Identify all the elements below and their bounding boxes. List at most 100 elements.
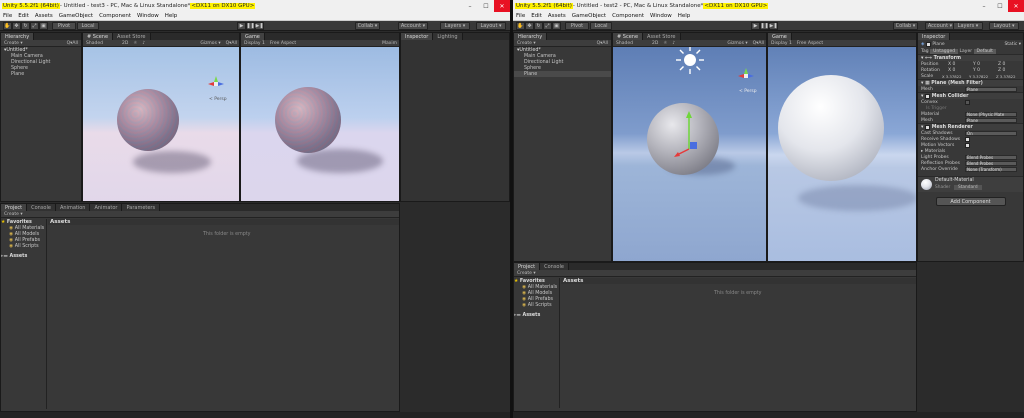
- collab-button[interactable]: Collab ▾: [355, 22, 380, 30]
- scene-viewport[interactable]: < Persp: [613, 47, 766, 261]
- tab-lighting[interactable]: Lighting: [433, 33, 463, 40]
- menu-assets[interactable]: Assets: [548, 13, 566, 19]
- position-y[interactable]: Y 0: [973, 62, 980, 67]
- tab-animation[interactable]: Animation: [55, 204, 91, 211]
- rect-tool-icon[interactable]: ▣: [552, 22, 561, 30]
- scene-search[interactable]: Q▾All: [226, 41, 237, 46]
- menu-component[interactable]: Component: [99, 13, 131, 19]
- audio-icon[interactable]: ♪: [672, 41, 675, 46]
- tab-asset-store[interactable]: Asset Store: [113, 33, 151, 40]
- move-tool-icon[interactable]: ✥: [525, 22, 534, 30]
- tab-project[interactable]: Project: [1, 204, 28, 211]
- mesh-collider-checkbox[interactable]: [925, 93, 931, 99]
- lighting-icon[interactable]: ☼: [133, 41, 137, 46]
- assets-folder[interactable]: ▸▬ Assets: [1, 253, 46, 259]
- cast-shadows-dropdown[interactable]: On: [965, 130, 1017, 136]
- physic-material-field[interactable]: None (Physic Mate: [965, 111, 1017, 117]
- tab-hierarchy[interactable]: Hierarchy: [514, 33, 548, 40]
- scene-gizmo-icon[interactable]: [207, 75, 225, 93]
- mesh-collider-component[interactable]: ▾ Mesh Collider: [918, 92, 1023, 99]
- add-component-button[interactable]: Add Component: [935, 197, 1006, 206]
- menu-edit[interactable]: Edit: [18, 13, 29, 19]
- shading-mode-dropdown[interactable]: Shaded: [86, 41, 103, 46]
- pause-icon[interactable]: ❚❚: [760, 22, 769, 30]
- object-name[interactable]: Plane: [932, 42, 944, 47]
- layout-dropdown[interactable]: Layout ▾: [989, 22, 1019, 30]
- menu-window[interactable]: Window: [650, 13, 672, 19]
- collab-button[interactable]: Collab ▾: [893, 22, 918, 30]
- rect-tool-icon[interactable]: ▣: [39, 22, 48, 30]
- mode-2d-toggle[interactable]: 2D: [652, 41, 658, 46]
- tab-inspector[interactable]: Inspector: [918, 33, 951, 40]
- fav-all-scripts[interactable]: ◉ All Scripts: [514, 302, 559, 308]
- lighting-icon[interactable]: ☼: [663, 41, 667, 46]
- minimize-icon[interactable]: –: [976, 0, 992, 12]
- scale-y[interactable]: Y 3.37822: [969, 74, 988, 79]
- pivot-toggle[interactable]: Pivot: [565, 22, 589, 30]
- minimize-icon[interactable]: –: [462, 0, 478, 12]
- tab-asset-store[interactable]: Asset Store: [643, 33, 681, 40]
- maximize-icon[interactable]: ☐: [992, 0, 1008, 12]
- create-dropdown[interactable]: Create ▾: [4, 41, 23, 46]
- hand-tool-icon[interactable]: ✋: [516, 22, 525, 30]
- pivot-toggle[interactable]: Pivot: [52, 22, 76, 30]
- scene-gizmo-icon[interactable]: [737, 67, 755, 85]
- maximize-on-play[interactable]: Maxim: [382, 41, 397, 46]
- tab-console[interactable]: Console: [27, 204, 56, 211]
- hierarchy-item-plane[interactable]: Plane: [1, 71, 81, 77]
- mode-2d-toggle[interactable]: 2D: [122, 41, 128, 46]
- create-dropdown[interactable]: Create ▾: [517, 41, 536, 46]
- position-z[interactable]: Z 0: [998, 62, 1005, 67]
- menu-component[interactable]: Component: [612, 13, 644, 19]
- menu-window[interactable]: Window: [137, 13, 159, 19]
- rotate-tool-icon[interactable]: ↻: [534, 22, 543, 30]
- rotation-z[interactable]: Z 0: [998, 68, 1005, 73]
- move-tool-icon[interactable]: ✥: [12, 22, 21, 30]
- menu-help[interactable]: Help: [165, 13, 178, 19]
- scene-search[interactable]: Q▾All: [753, 41, 764, 46]
- directional-light-icon[interactable]: [675, 47, 705, 75]
- account-button[interactable]: Account ▾: [398, 22, 428, 30]
- mesh-field[interactable]: Plane: [965, 86, 1017, 92]
- menu-edit[interactable]: Edit: [531, 13, 542, 19]
- layers-dropdown[interactable]: Layers ▾: [953, 22, 983, 30]
- audio-icon[interactable]: ♪: [142, 41, 145, 46]
- shader-dropdown[interactable]: Standard: [954, 185, 982, 190]
- sphere-object[interactable]: [117, 89, 179, 151]
- scene-viewport[interactable]: < Persp: [83, 47, 239, 201]
- display-dropdown[interactable]: Display 1: [244, 41, 265, 46]
- transform-component[interactable]: ▾ ⟷ Transform: [918, 54, 1023, 61]
- close-icon[interactable]: ✕: [494, 0, 510, 12]
- layer-dropdown[interactable]: Default: [973, 48, 996, 54]
- pause-icon[interactable]: ❚❚: [246, 22, 255, 30]
- tab-console[interactable]: Console: [540, 263, 569, 270]
- display-dropdown[interactable]: Display 1: [771, 41, 792, 46]
- maximize-icon[interactable]: ☐: [478, 0, 494, 12]
- menu-gameobject[interactable]: GameObject: [572, 13, 606, 19]
- project-create-dropdown[interactable]: Create ▾: [4, 212, 23, 217]
- tab-scene[interactable]: # Scene: [83, 33, 114, 40]
- tab-animator[interactable]: Animator: [90, 204, 123, 211]
- move-gizmo-icon[interactable]: [673, 109, 707, 159]
- menu-help[interactable]: Help: [678, 13, 691, 19]
- menu-file[interactable]: File: [516, 13, 525, 19]
- tab-parameters[interactable]: Parameters: [122, 204, 161, 211]
- play-icon[interactable]: ▶: [751, 22, 760, 30]
- tab-hierarchy[interactable]: Hierarchy: [1, 33, 35, 40]
- scale-tool-icon[interactable]: ⤢: [543, 22, 552, 30]
- hierarchy-search[interactable]: Q▾All: [67, 41, 78, 46]
- hierarchy-search[interactable]: Q▾All: [597, 41, 608, 46]
- light-probes-dropdown[interactable]: Blend Probes: [965, 154, 1017, 160]
- menu-gameobject[interactable]: GameObject: [59, 13, 93, 19]
- hand-tool-icon[interactable]: ✋: [3, 22, 12, 30]
- aspect-dropdown[interactable]: Free Aspect: [270, 41, 296, 46]
- project-create-dropdown[interactable]: Create ▾: [517, 271, 536, 276]
- fav-all-scripts[interactable]: ◉ All Scripts: [1, 243, 46, 249]
- scale-tool-icon[interactable]: ⤢: [30, 22, 39, 30]
- rotation-y[interactable]: Y 0: [973, 68, 980, 73]
- gizmos-dropdown[interactable]: Gizmos ▾: [727, 41, 747, 46]
- rotate-tool-icon[interactable]: ↻: [21, 22, 30, 30]
- tab-project[interactable]: Project: [514, 263, 541, 270]
- mesh-renderer-component[interactable]: ▾ Mesh Renderer: [918, 123, 1023, 130]
- scale-z[interactable]: Z 3.37822: [996, 74, 1016, 79]
